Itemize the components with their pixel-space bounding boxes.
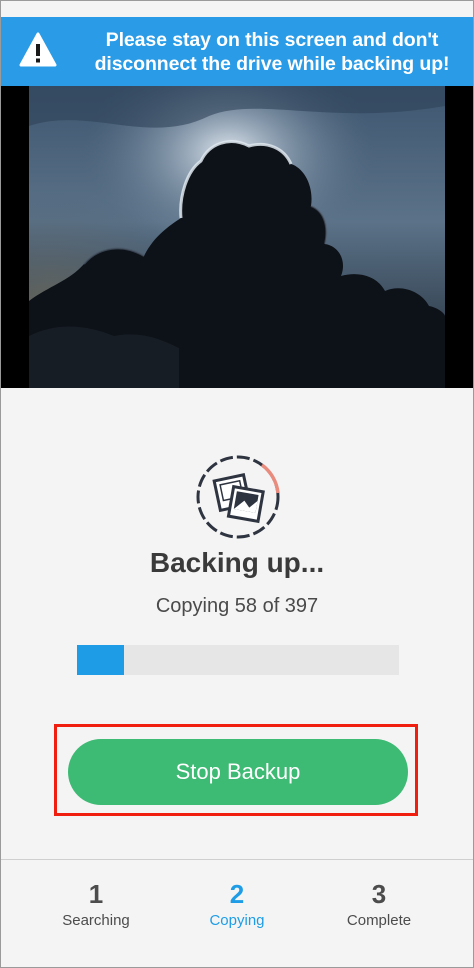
step-number: 3 <box>371 879 387 909</box>
step-copying: 2 Copying <box>162 878 312 929</box>
progress-steps-bar: 1 Searching 2 Copying 3 Complete <box>1 859 473 967</box>
warning-line-2: disconnect the drive while backing up! <box>94 53 450 75</box>
cloud-photo <box>29 86 445 388</box>
backup-progress-fill <box>77 645 124 675</box>
step-number: 1 <box>88 879 104 909</box>
step-searching: 1 Searching <box>21 878 171 929</box>
stop-backup-button[interactable]: Stop Backup <box>68 739 408 805</box>
step-label: Searching <box>62 912 130 929</box>
step-number: 2 <box>229 879 245 909</box>
copy-count-text: Copying 58 of 397 <box>155 595 319 617</box>
backup-status-title: Backing up... <box>149 547 325 578</box>
warning-message: Please stay on this screen and don't dis… <box>75 28 469 76</box>
backup-screen: Please stay on this screen and don't dis… <box>0 0 474 968</box>
warning-banner: Please stay on this screen and don't dis… <box>1 17 473 86</box>
warning-icon <box>19 32 57 67</box>
backup-progress-bar <box>77 645 399 675</box>
warning-line-1: Please stay on this screen and don't <box>105 29 439 51</box>
photos-progress-icon <box>196 455 280 539</box>
step-label: Complete <box>346 912 412 929</box>
step-label: Copying <box>209 912 265 929</box>
step-complete: 3 Complete <box>304 878 454 929</box>
photo-preview <box>1 86 473 388</box>
